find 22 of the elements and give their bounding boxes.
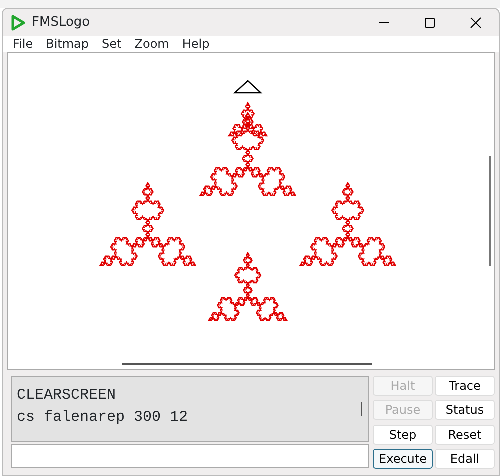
history-line: CLEARSCREEN (17, 386, 118, 406)
menu-item[interactable]: Help (176, 36, 217, 52)
scrollbar-thumb[interactable] (489, 156, 491, 266)
scrollbar-thumb[interactable] (122, 363, 372, 365)
menu-item[interactable]: File (7, 36, 40, 52)
menu-item[interactable]: Set (96, 36, 129, 52)
command-button[interactable]: Execute (373, 448, 433, 469)
history-line: cs falenarep 300 12 (17, 408, 190, 428)
app-logo-icon (11, 14, 26, 30)
scrollbar-thumb[interactable] (360, 402, 362, 416)
turtle-icon (233, 80, 263, 94)
menu-item[interactable]: Zoom (128, 36, 176, 52)
maximize-icon (424, 16, 436, 28)
command-input[interactable] (11, 444, 369, 468)
command-button[interactable]: Step (373, 424, 433, 444)
command-button[interactable]: Edall (435, 448, 495, 469)
command-button[interactable]: Trace (435, 376, 495, 396)
command-button[interactable]: Status (435, 400, 495, 420)
window-title: FMSLogo (32, 14, 92, 32)
command-button[interactable]: Reset (435, 424, 495, 444)
menu-item[interactable]: Bitmap (40, 36, 96, 52)
close-icon (470, 16, 482, 28)
